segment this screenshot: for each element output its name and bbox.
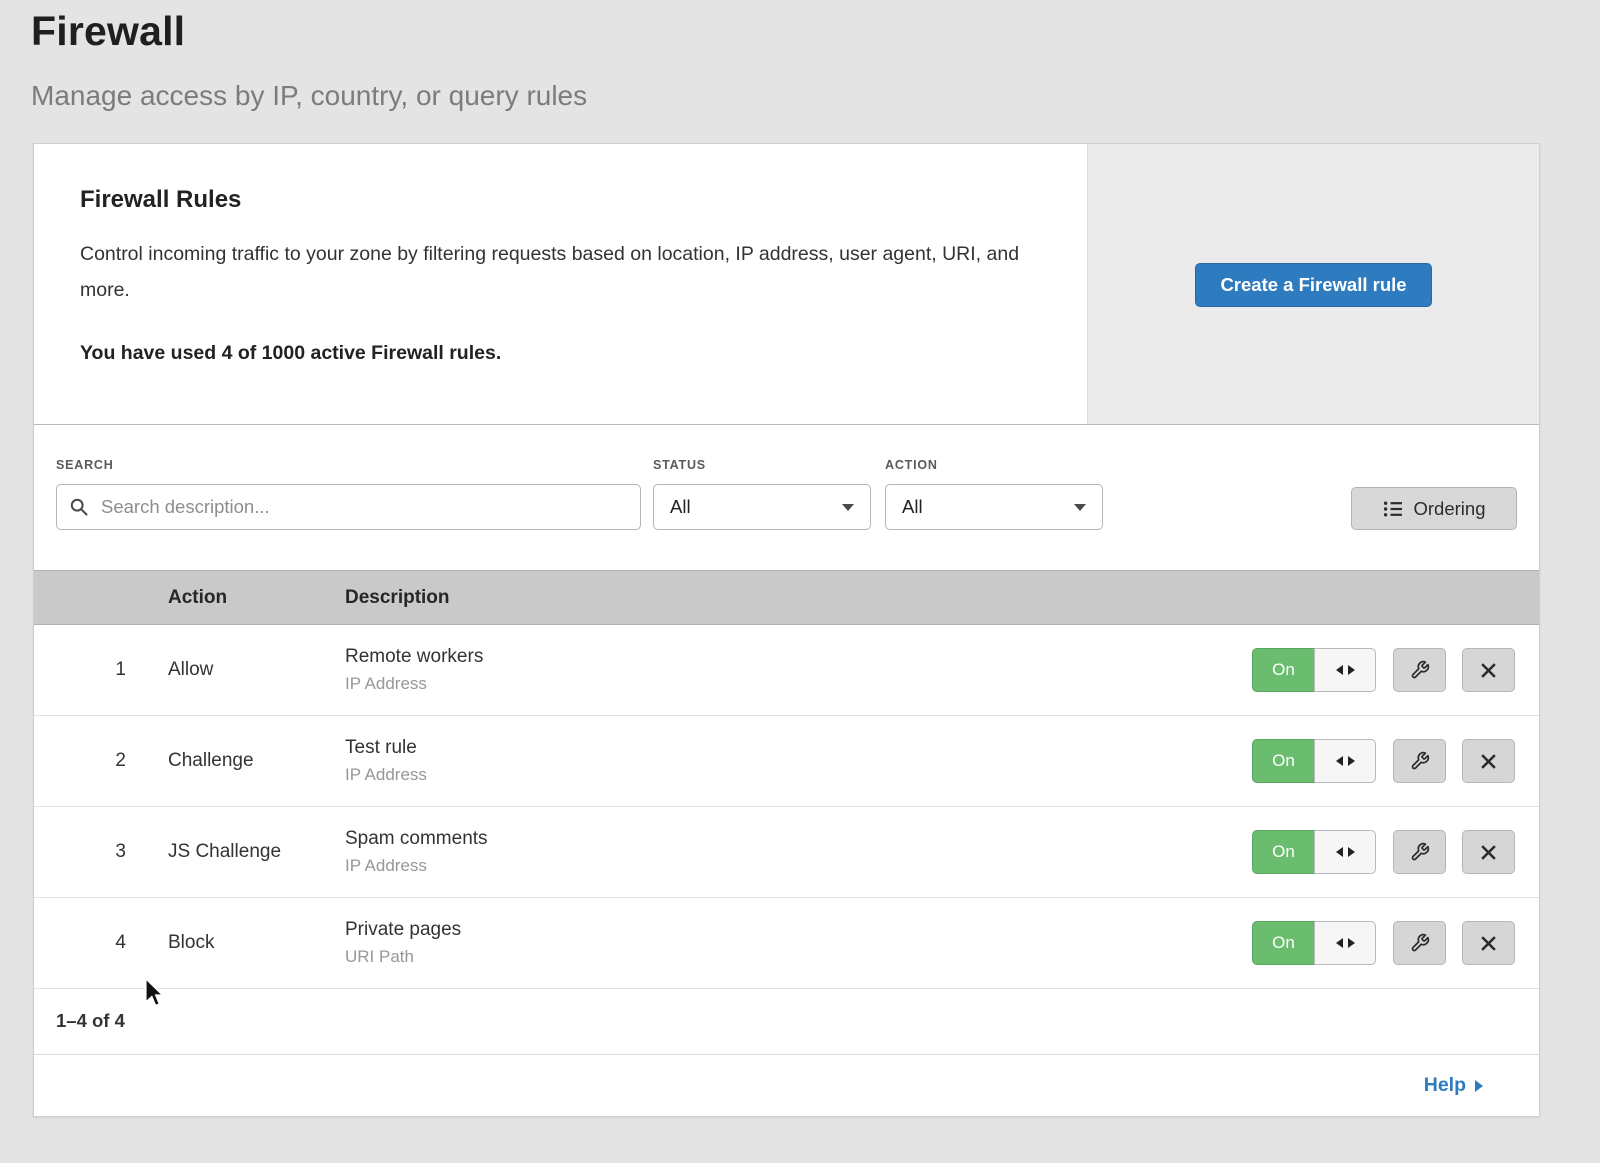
toggle-on-label: On [1252,739,1314,783]
rule-enabled-toggle[interactable]: On [1252,921,1376,965]
rule-title: Private pages [345,919,1252,941]
header-description: Description [345,587,1252,609]
search-box [56,484,641,530]
close-icon [1480,662,1497,679]
firewall-page: Firewall Manage access by IP, country, o… [0,0,1600,1163]
rule-description: Remote workers IP Address [345,646,1252,694]
rule-index: 3 [34,841,168,863]
rule-action: JS Challenge [168,841,345,863]
card-footer: Help [34,1054,1539,1116]
create-firewall-rule-button[interactable]: Create a Firewall rule [1195,263,1431,307]
table-header-row: Action Description [34,570,1539,625]
toggle-arrows-icon[interactable] [1314,921,1376,965]
rule-action: Challenge [168,750,345,772]
toggle-arrows-icon[interactable] [1314,739,1376,783]
rule-controls: On [1252,648,1539,692]
triangle-right-icon [1475,1080,1483,1092]
search-input[interactable] [56,484,641,530]
ordered-list-icon [1383,500,1403,518]
pagination-status: 1–4 of 4 [34,989,1539,1054]
action-label: ACTION [885,458,1103,476]
card-header: Firewall Rules Control incoming traffic … [34,144,1539,425]
rule-index: 1 [34,659,168,681]
rule-title: Spam comments [345,828,1252,850]
toggle-arrows-icon[interactable] [1314,648,1376,692]
header-action: Action [168,587,345,609]
rule-controls: On [1252,739,1539,783]
rule-description: Private pages URI Path [345,919,1252,967]
wrench-icon [1410,751,1430,771]
firewall-rules-table: Action Description 1 Allow Remote worker… [34,570,1539,989]
edit-rule-button[interactable] [1393,739,1446,783]
page-title: Firewall [31,8,185,55]
close-icon [1480,844,1497,861]
toggle-on-label: On [1252,830,1314,874]
chevron-down-icon [1074,504,1086,511]
table-row: 3 JS Challenge Spam comments IP Address … [34,807,1539,898]
rule-match-type: IP Address [345,674,1252,694]
rule-enabled-toggle[interactable]: On [1252,648,1376,692]
rule-match-type: IP Address [345,856,1252,876]
ordering-button-label: Ordering [1414,498,1486,520]
rule-controls: On [1252,921,1539,965]
close-icon [1480,753,1497,770]
edit-rule-button[interactable] [1393,648,1446,692]
toggle-arrows-icon[interactable] [1314,830,1376,874]
rule-title: Remote workers [345,646,1252,668]
edit-rule-button[interactable] [1393,830,1446,874]
wrench-icon [1410,933,1430,953]
rule-description: Test rule IP Address [345,737,1252,785]
wrench-icon [1410,660,1430,680]
search-icon [69,497,89,517]
help-link-label: Help [1424,1074,1466,1097]
status-filter-group: STATUS All [653,458,871,530]
rule-match-type: URI Path [345,947,1252,967]
filters-section: SEARCH STATUS All ACTION [34,425,1539,570]
rule-action: Block [168,932,345,954]
card-header-main: Firewall Rules Control incoming traffic … [34,144,1087,424]
action-select[interactable]: All [885,484,1103,530]
table-row: 2 Challenge Test rule IP Address On [34,716,1539,807]
delete-rule-button[interactable] [1462,921,1515,965]
status-label: STATUS [653,458,871,476]
rule-index: 2 [34,750,168,772]
rule-controls: On [1252,830,1539,874]
toggle-on-label: On [1252,648,1314,692]
ordering-button[interactable]: Ordering [1351,487,1517,530]
card-heading: Firewall Rules [80,186,1027,214]
search-filter-group: SEARCH [56,458,641,530]
delete-rule-button[interactable] [1462,739,1515,783]
rule-match-type: IP Address [345,765,1252,785]
wrench-icon [1410,842,1430,862]
help-link[interactable]: Help [1424,1074,1483,1097]
search-label: SEARCH [56,458,641,476]
page-subtitle: Manage access by IP, country, or query r… [31,80,587,112]
firewall-card: Firewall Rules Control incoming traffic … [33,143,1540,1117]
table-row: 1 Allow Remote workers IP Address On [34,625,1539,716]
ordering-group: Ordering [1351,458,1517,530]
rule-description: Spam comments IP Address [345,828,1252,876]
toggle-on-label: On [1252,921,1314,965]
delete-rule-button[interactable] [1462,648,1515,692]
delete-rule-button[interactable] [1462,830,1515,874]
rule-action: Allow [168,659,345,681]
rule-enabled-toggle[interactable]: On [1252,830,1376,874]
action-select-value: All [902,496,923,518]
status-select[interactable]: All [653,484,871,530]
close-icon [1480,935,1497,952]
action-filter-group: ACTION All [885,458,1103,530]
card-header-aside: Create a Firewall rule [1087,144,1539,424]
usage-text: You have used 4 of 1000 active Firewall … [80,342,1027,365]
table-row: 4 Block Private pages URI Path On [34,898,1539,989]
rule-enabled-toggle[interactable]: On [1252,739,1376,783]
edit-rule-button[interactable] [1393,921,1446,965]
rule-title: Test rule [345,737,1252,759]
card-description: Control incoming traffic to your zone by… [80,236,1027,308]
rule-index: 4 [34,932,168,954]
status-select-value: All [670,496,691,518]
chevron-down-icon [842,504,854,511]
